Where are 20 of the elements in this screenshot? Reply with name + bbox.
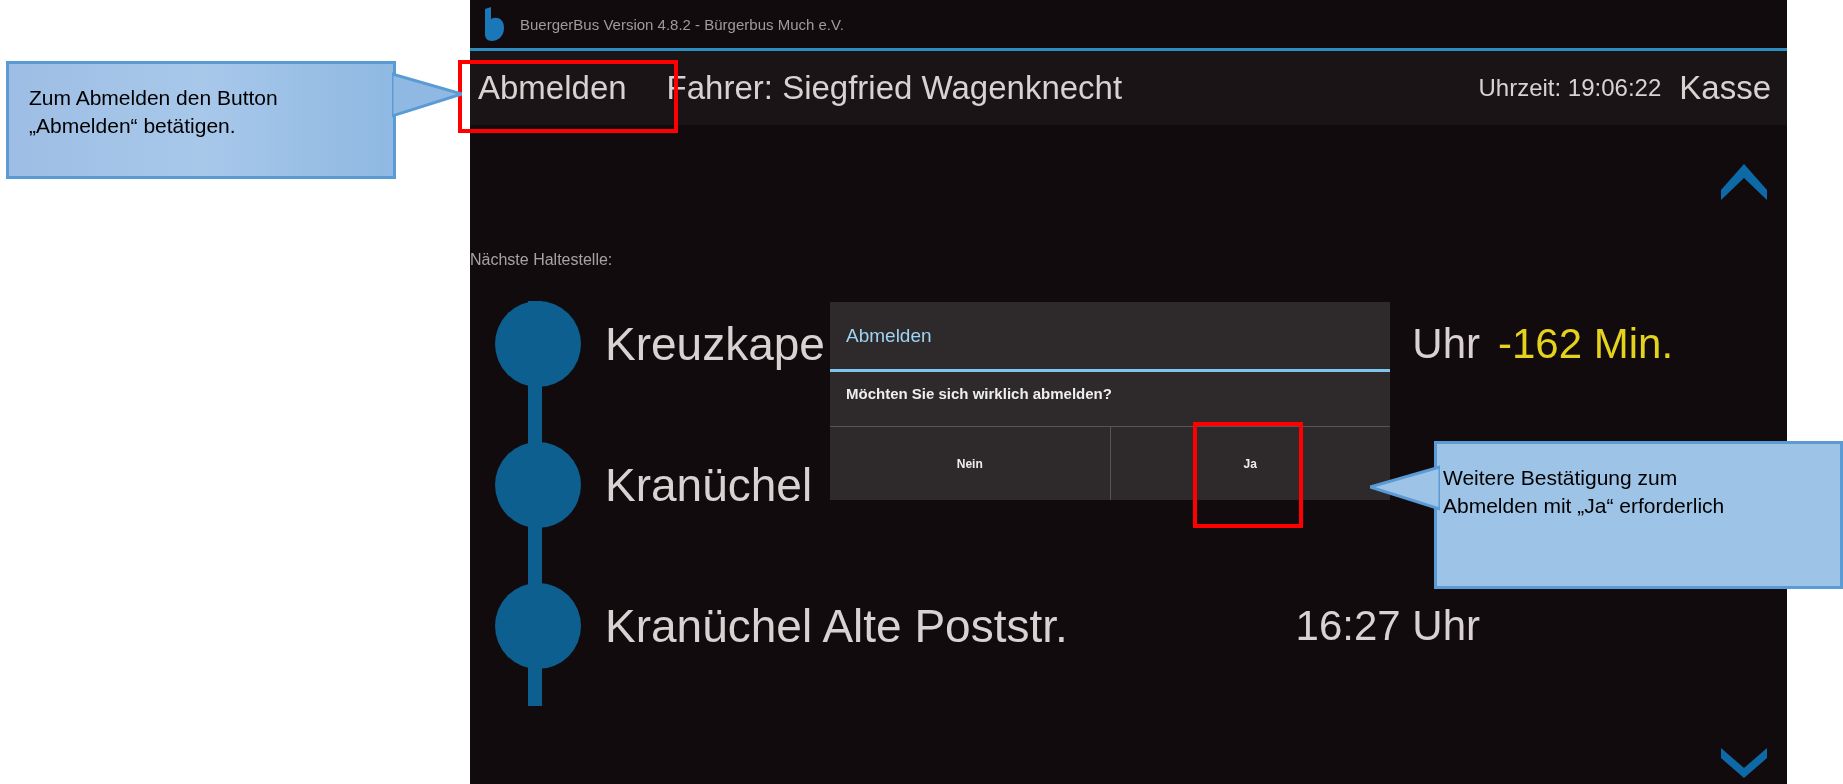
clock-text: Uhrzeit: 19:06:22: [1478, 74, 1662, 102]
stop-time: Uhr: [1412, 320, 1480, 367]
callout-pointer: [392, 72, 462, 118]
next-stop-label: Nächste Haltestelle:: [470, 251, 614, 269]
logout-button[interactable]: Abmelden: [478, 69, 627, 107]
callout-note: Weitere Bestätigung zum Abmelden mit „Ja“ erforderlich: [1434, 441, 1843, 589]
callout-pointer: [1370, 465, 1440, 511]
bus-logo-icon: [482, 7, 506, 41]
scroll-down-icon[interactable]: [1721, 748, 1767, 778]
dialog-title: Abmelden: [830, 302, 1390, 372]
callout-note: Zum Abmelden den Button „Abmelden“ betätigen.: [6, 61, 396, 179]
cash-button[interactable]: Kasse: [1679, 69, 1771, 107]
stop-name: Kranüchel: [605, 458, 813, 512]
stop-name: Kranüchel Alte Poststr.: [605, 599, 1068, 653]
window-title: BuergerBus Version 4.8.2 - Bürgerbus Much e.V.: [520, 15, 844, 33]
dialog-button[interactable]: Nein: [830, 427, 1110, 500]
stop-time: 16:27 Uhr: [1295, 602, 1480, 649]
stop-name: Kreuzkape: [605, 317, 825, 371]
dialog-message: Möchten Sie sich wirklich abmelden?: [845, 384, 1113, 404]
delay-text: -162 Min.: [1498, 320, 1675, 368]
